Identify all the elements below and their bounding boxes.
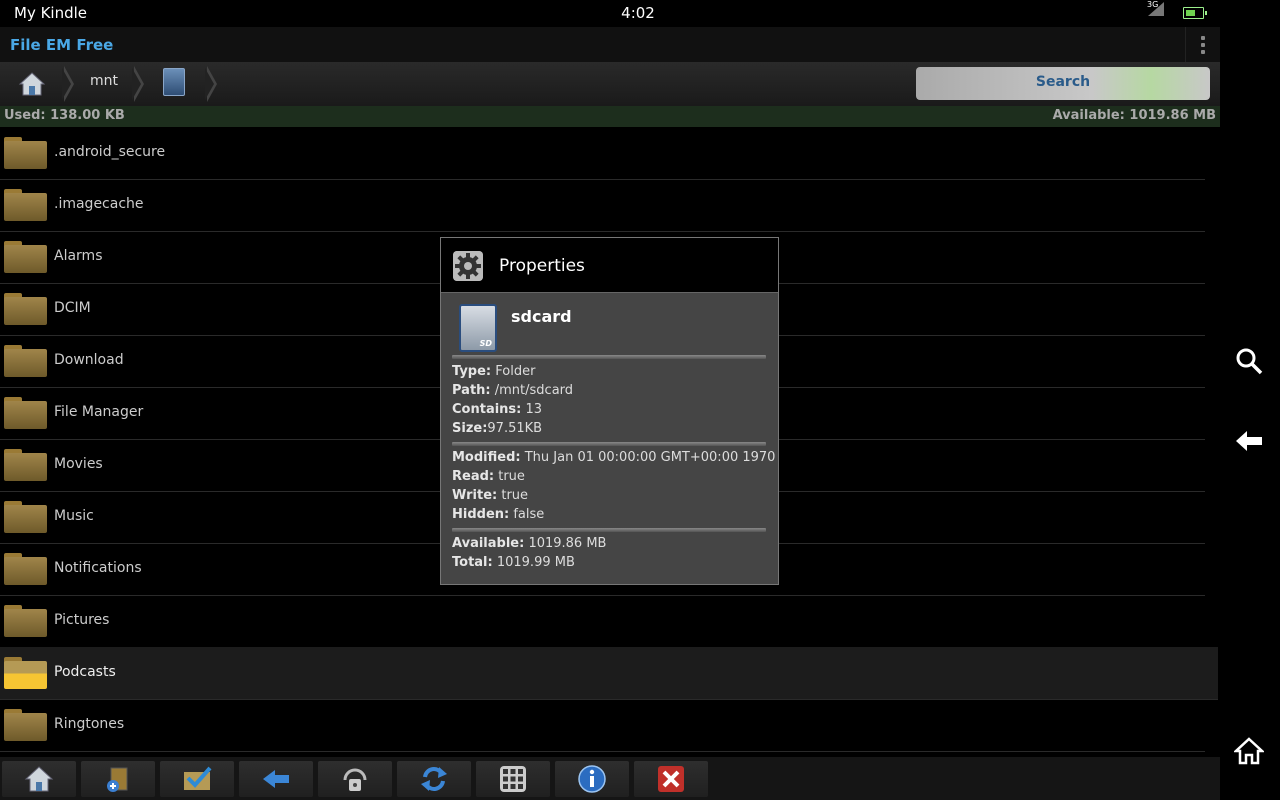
folder-icon bbox=[4, 605, 47, 637]
exit-button[interactable] bbox=[634, 761, 708, 797]
refresh-icon bbox=[421, 767, 447, 791]
folder-name: Pictures bbox=[54, 612, 110, 628]
crumb-mnt[interactable]: mnt bbox=[90, 73, 118, 89]
app-title-bar: File EM Free bbox=[0, 27, 1220, 62]
folder-row[interactable]: .android_secure bbox=[0, 127, 1205, 180]
folder-name: Music bbox=[54, 508, 94, 524]
folder-icon bbox=[4, 241, 47, 273]
home-button[interactable] bbox=[2, 761, 76, 797]
available-space: Available: 1019.86 MB bbox=[1052, 108, 1216, 123]
folder-name: DCIM bbox=[54, 300, 91, 316]
search-icon[interactable] bbox=[1234, 346, 1264, 376]
prop-contains: Contains: 13 bbox=[452, 402, 543, 417]
back-button[interactable] bbox=[239, 761, 313, 797]
folder-row[interactable]: Podcasts bbox=[0, 647, 1218, 700]
close-icon bbox=[658, 766, 684, 792]
search-button[interactable]: Search bbox=[916, 67, 1210, 100]
dialog-header: Properties bbox=[441, 238, 778, 293]
prop-hidden: Hidden: false bbox=[452, 507, 545, 522]
storage-usage-bar: Used: 138.00 KB Available: 1019.86 MB bbox=[0, 106, 1220, 127]
home-icon[interactable] bbox=[1234, 736, 1264, 766]
carrier-name: My Kindle bbox=[14, 4, 88, 22]
lock-button[interactable] bbox=[318, 761, 392, 797]
folder-name: File Manager bbox=[54, 404, 144, 420]
prop-size: Size:97.51KB bbox=[452, 421, 543, 436]
folder-icon bbox=[4, 137, 47, 169]
folder-name: Podcasts bbox=[54, 664, 116, 680]
folder-icon bbox=[4, 657, 47, 689]
divider bbox=[452, 355, 766, 359]
bottom-toolbar bbox=[0, 757, 1220, 800]
folder-name: Download bbox=[54, 352, 124, 368]
multi-select-icon bbox=[184, 766, 212, 790]
folder-icon bbox=[4, 553, 47, 585]
folder-icon bbox=[4, 501, 47, 533]
folder-name: Alarms bbox=[54, 248, 103, 264]
prop-modified: Modified: Thu Jan 01 00:00:00 GMT+00:00 … bbox=[452, 450, 776, 465]
folder-icon bbox=[4, 293, 47, 325]
folder-name: Notifications bbox=[54, 560, 142, 576]
folder-name: Ringtones bbox=[54, 716, 125, 732]
clock: 4:02 bbox=[621, 4, 655, 22]
used-space: Used: 138.00 KB bbox=[4, 108, 125, 123]
search-label: Search bbox=[1035, 74, 1091, 90]
prop-read: Read: true bbox=[452, 469, 525, 484]
prop-path: Path: /mnt/sdcard bbox=[452, 383, 574, 398]
folder-icon bbox=[4, 449, 47, 481]
new-folder-icon bbox=[107, 767, 128, 792]
new-folder-button[interactable] bbox=[81, 761, 155, 797]
info-icon bbox=[578, 765, 606, 793]
folder-name: .imagecache bbox=[54, 196, 144, 212]
folder-icon bbox=[4, 189, 47, 221]
folder-row[interactable]: Pictures bbox=[0, 595, 1205, 648]
refresh-button[interactable] bbox=[397, 761, 471, 797]
item-name: sdcard bbox=[511, 307, 572, 326]
divider bbox=[452, 528, 766, 532]
system-nav bbox=[1220, 0, 1280, 800]
folder-row[interactable]: .imagecache bbox=[0, 179, 1205, 232]
crumb-separator bbox=[132, 66, 144, 102]
lock-icon bbox=[343, 768, 367, 791]
status-bar: My Kindle 4:02 3G bbox=[0, 0, 1220, 27]
properties-dialog: Properties sdcard Type: Folder Path: /mn… bbox=[440, 237, 779, 585]
grid-view-button[interactable] bbox=[476, 761, 550, 797]
grid-icon bbox=[500, 766, 526, 792]
folder-row[interactable]: Ringtones bbox=[0, 699, 1205, 752]
overflow-menu-icon[interactable] bbox=[1185, 27, 1220, 62]
info-button[interactable] bbox=[555, 761, 629, 797]
sdcard-icon bbox=[459, 304, 497, 352]
battery-icon bbox=[1183, 7, 1207, 19]
back-arrow-icon bbox=[263, 770, 289, 788]
prop-available: Available: 1019.86 MB bbox=[452, 536, 607, 551]
folder-icon bbox=[4, 345, 47, 377]
crumb-separator bbox=[62, 66, 74, 102]
multi-select-button[interactable] bbox=[160, 761, 234, 797]
home-crumb-icon[interactable] bbox=[19, 71, 45, 97]
dialog-title: Properties bbox=[499, 256, 585, 276]
back-icon[interactable] bbox=[1234, 426, 1264, 456]
prop-write: Write: true bbox=[452, 488, 529, 503]
network-type: 3G bbox=[1147, 0, 1159, 9]
app-title: File EM Free bbox=[10, 36, 114, 54]
crumb-separator bbox=[205, 66, 217, 102]
prop-type: Type: Folder bbox=[452, 364, 536, 379]
folder-icon bbox=[4, 397, 47, 429]
folder-icon bbox=[4, 709, 47, 741]
sdcard-crumb-icon[interactable] bbox=[163, 68, 185, 96]
home-icon bbox=[24, 766, 54, 792]
gear-icon bbox=[453, 251, 483, 281]
divider bbox=[452, 442, 766, 446]
folder-name: Movies bbox=[54, 456, 103, 472]
folder-name: .android_secure bbox=[54, 144, 166, 160]
prop-total: Total: 1019.99 MB bbox=[452, 555, 575, 570]
